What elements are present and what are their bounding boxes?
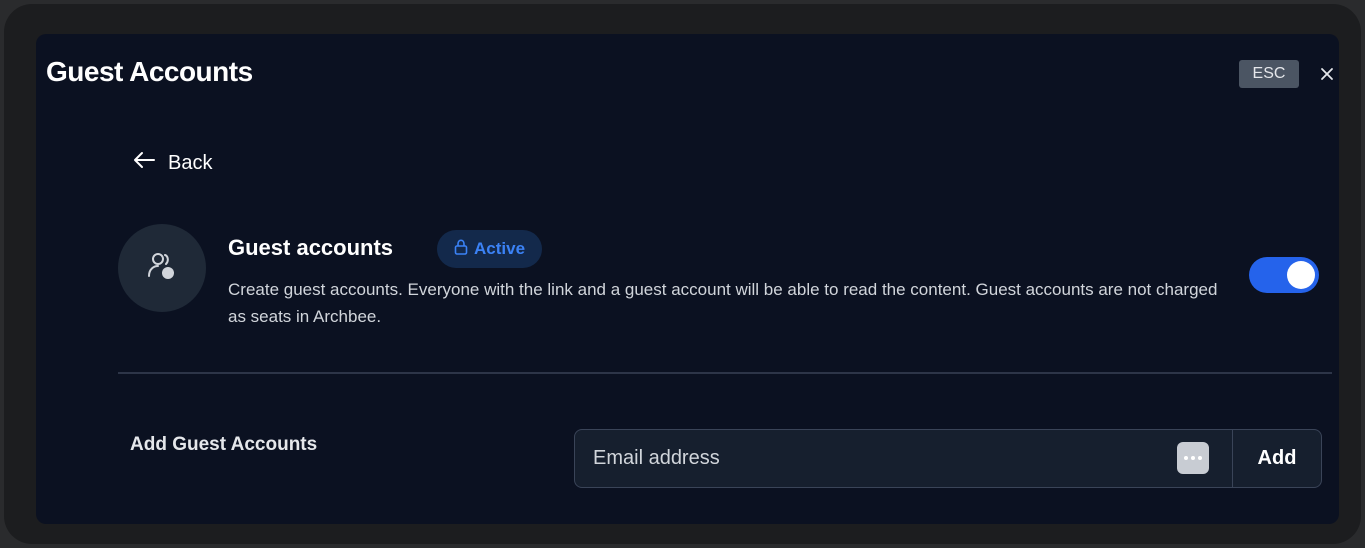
status-badge: Active bbox=[437, 230, 543, 268]
users-icon bbox=[145, 249, 179, 288]
lock-icon bbox=[454, 238, 468, 260]
back-button[interactable]: Back bbox=[132, 150, 212, 176]
toggle-knob bbox=[1287, 261, 1315, 289]
page-title: Guest Accounts bbox=[46, 56, 253, 87]
back-label: Back bbox=[168, 151, 213, 174]
guest-accounts-toggle[interactable] bbox=[1249, 257, 1319, 293]
add-button[interactable]: Add bbox=[1232, 430, 1321, 487]
feature-title: Guest accounts bbox=[228, 235, 394, 260]
close-icon[interactable] bbox=[1315, 62, 1339, 86]
arrow-left-icon bbox=[132, 150, 156, 176]
feature-icon-container bbox=[118, 224, 206, 312]
guest-accounts-modal: Guest Accounts ESC Back Guest accounts A… bbox=[36, 34, 1339, 524]
add-guest-accounts-label: Add Guest Accounts bbox=[130, 434, 318, 455]
window-frame: Guest Accounts ESC Back Guest accounts A… bbox=[4, 4, 1361, 544]
feature-description: Create guest accounts. Everyone with the… bbox=[228, 280, 1218, 326]
more-dots-icon[interactable] bbox=[1177, 442, 1209, 474]
esc-key-badge[interactable]: ESC bbox=[1239, 60, 1299, 88]
section-divider bbox=[118, 372, 1332, 374]
email-input[interactable] bbox=[575, 430, 1177, 487]
add-guest-form: Add bbox=[574, 429, 1322, 488]
status-label: Active bbox=[474, 239, 526, 258]
